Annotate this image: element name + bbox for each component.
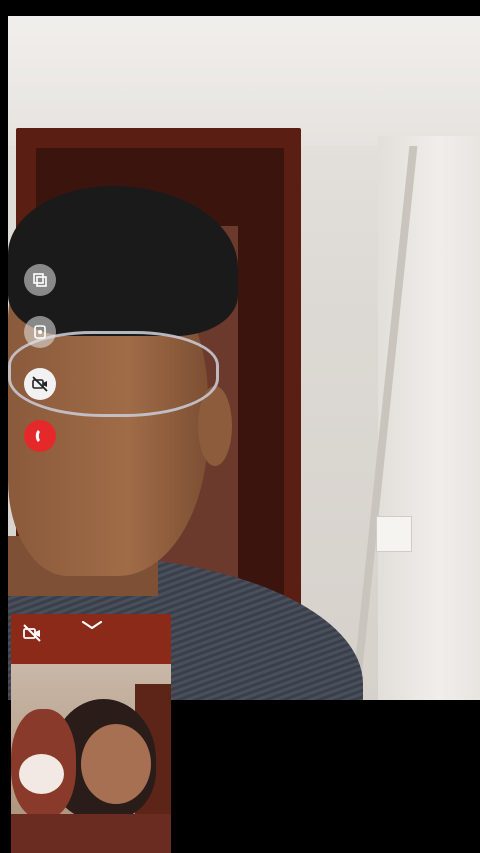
self-view-plush-face (19, 754, 64, 794)
remote-video-feed[interactable] (8, 16, 480, 700)
effects-icon (34, 325, 46, 339)
self-view-thumbnail[interactable] (11, 614, 171, 853)
self-view-video-off-button[interactable] (21, 622, 43, 644)
video-call-screen (0, 0, 480, 853)
chevron-down-icon (81, 620, 103, 630)
effects-button[interactable] (24, 316, 56, 348)
self-view-collapse-button[interactable] (79, 616, 105, 634)
remote-ceiling (8, 16, 480, 146)
self-view-floor (11, 814, 171, 853)
end-call-button[interactable] (24, 420, 56, 452)
remote-light-switch (376, 516, 412, 552)
remote-wall (378, 136, 480, 700)
end-call-icon (35, 430, 40, 442)
video-off-icon (23, 624, 41, 642)
flip-camera-button[interactable] (24, 264, 56, 296)
video-off-icon (32, 376, 48, 392)
flip-camera-icon (33, 273, 47, 287)
self-view-person-face (81, 724, 151, 804)
video-toggle-button[interactable] (24, 368, 56, 400)
empty-area (174, 700, 480, 853)
